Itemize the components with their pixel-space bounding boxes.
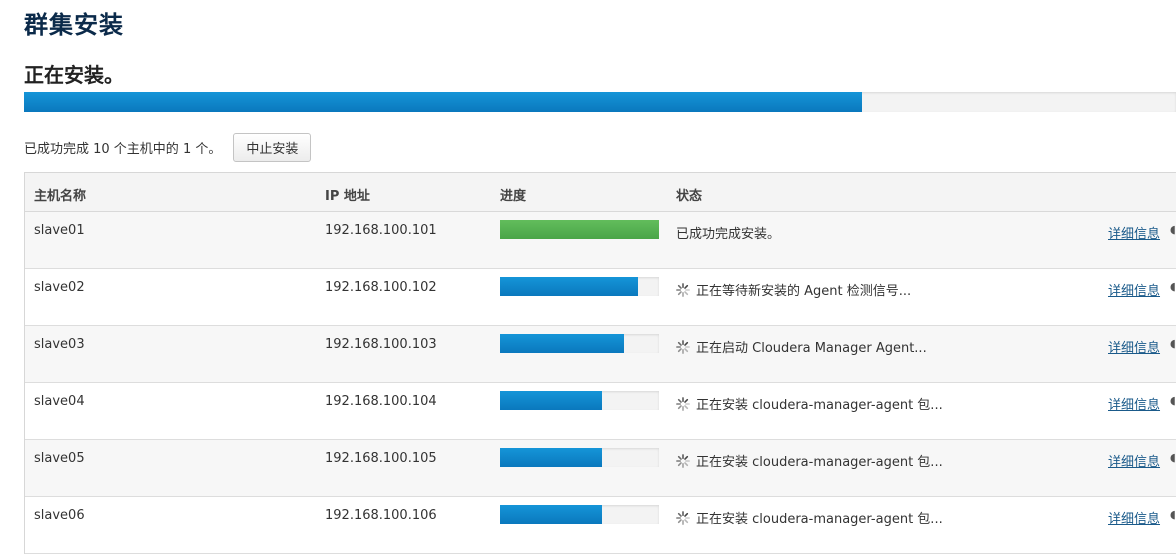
status-text: 已成功完成安装。 <box>676 227 781 242</box>
host-name: slave04 <box>34 394 85 409</box>
host-progress-bar <box>500 220 659 239</box>
status-text: 正在安装 cloudera-manager-agent 包... <box>696 398 943 413</box>
status-cell: 已成功完成安装。 <box>676 223 780 242</box>
status-cell: 正在启动 Cloudera Manager Agent... <box>676 337 927 356</box>
status-cell: 正在安装 cloudera-manager-agent 包... <box>676 451 943 470</box>
status-cell: 正在安装 cloudera-manager-agent 包... <box>676 508 943 527</box>
host-progress-fill <box>500 448 602 467</box>
ip-address: 192.168.100.106 <box>325 508 437 523</box>
host-progress-fill <box>500 277 639 296</box>
host-progress-bar <box>500 334 659 353</box>
status-cell: 正在安装 cloudera-manager-agent 包... <box>676 394 943 413</box>
host-progress-bar <box>500 505 659 524</box>
partial-icon: ◖ <box>1170 280 1176 293</box>
status-text: 正在安装 cloudera-manager-agent 包... <box>696 512 943 527</box>
ip-address: 192.168.100.101 <box>325 223 437 238</box>
loading-spinner-icon <box>676 453 690 468</box>
host-name: slave03 <box>34 337 85 352</box>
column-header-status: 状态 <box>676 189 703 204</box>
host-name: slave02 <box>34 280 85 295</box>
ip-address: 192.168.100.104 <box>325 394 437 409</box>
host-table: 主机名称 IP 地址 进度 状态 slave01 192.168.100.101… <box>24 172 1176 554</box>
partial-icon: ◖ <box>1170 337 1176 350</box>
details-link[interactable]: 详细信息 <box>1108 451 1160 470</box>
host-name: slave01 <box>34 223 85 238</box>
loading-spinner-icon <box>676 339 690 354</box>
ip-address: 192.168.100.105 <box>325 451 437 466</box>
summary-row: 已成功完成 10 个主机中的 1 个。 中止安装 <box>24 132 312 162</box>
ip-address: 192.168.100.102 <box>325 280 437 295</box>
section-title: 正在安装。 <box>24 63 124 87</box>
host-progress-bar <box>500 448 659 467</box>
table-row: slave04 192.168.100.104 正在安装 cloudera-ma… <box>25 383 1176 440</box>
loading-spinner-icon <box>676 396 690 411</box>
abort-install-button[interactable]: 中止安装 <box>233 132 312 162</box>
details-link[interactable]: 详细信息 <box>1108 508 1160 527</box>
table-row: slave05 192.168.100.105 正在安装 cloudera-ma… <box>25 440 1176 497</box>
partial-icon: ◖ <box>1170 223 1176 236</box>
loading-spinner-icon <box>676 510 690 525</box>
overall-progress-fill <box>24 92 862 112</box>
details-link[interactable]: 详细信息 <box>1108 223 1160 242</box>
table-row: slave06 192.168.100.106 正在安装 cloudera-ma… <box>25 497 1176 554</box>
details-link[interactable]: 详细信息 <box>1108 337 1160 356</box>
host-name: slave06 <box>34 508 85 523</box>
host-progress-fill <box>500 334 625 353</box>
status-text: 正在等待新安装的 Agent 检测信号... <box>696 284 912 299</box>
column-header-ip[interactable]: IP 地址 <box>325 185 370 204</box>
table-row: slave02 192.168.100.102 正在等待新安装的 Agent 检… <box>25 269 1176 326</box>
status-cell: 正在等待新安装的 Agent 检测信号... <box>676 280 911 299</box>
host-progress-fill <box>500 391 602 410</box>
host-progress-bar <box>500 391 659 410</box>
host-progress-fill <box>500 505 602 524</box>
status-text: 正在启动 Cloudera Manager Agent... <box>696 341 927 356</box>
loading-spinner-icon <box>676 282 690 297</box>
details-link[interactable]: 详细信息 <box>1108 280 1160 299</box>
table-header: 主机名称 IP 地址 进度 状态 <box>25 173 1176 212</box>
host-progress-bar <box>500 277 659 296</box>
partial-icon: ◖ <box>1170 508 1176 521</box>
table-row: slave03 192.168.100.103 正在启动 Cloudera Ma… <box>25 326 1176 383</box>
summary-text: 已成功完成 10 个主机中的 1 个。 <box>24 141 222 157</box>
host-name: slave05 <box>34 451 85 466</box>
partial-icon: ◖ <box>1170 451 1176 464</box>
ip-address: 192.168.100.103 <box>325 337 437 352</box>
column-header-progress: 进度 <box>500 189 527 204</box>
partial-icon: ◖ <box>1170 394 1176 407</box>
host-progress-fill <box>500 220 659 239</box>
table-body: slave01 192.168.100.101 已成功完成安装。 详细信息 ◖ … <box>25 212 1176 554</box>
page-title: 群集安装 <box>24 11 124 39</box>
status-text: 正在安装 cloudera-manager-agent 包... <box>696 455 943 470</box>
details-link[interactable]: 详细信息 <box>1108 394 1160 413</box>
table-row: slave01 192.168.100.101 已成功完成安装。 详细信息 ◖ <box>25 212 1176 269</box>
column-header-host[interactable]: 主机名称 <box>34 185 86 204</box>
overall-progress-bar <box>24 92 1176 112</box>
